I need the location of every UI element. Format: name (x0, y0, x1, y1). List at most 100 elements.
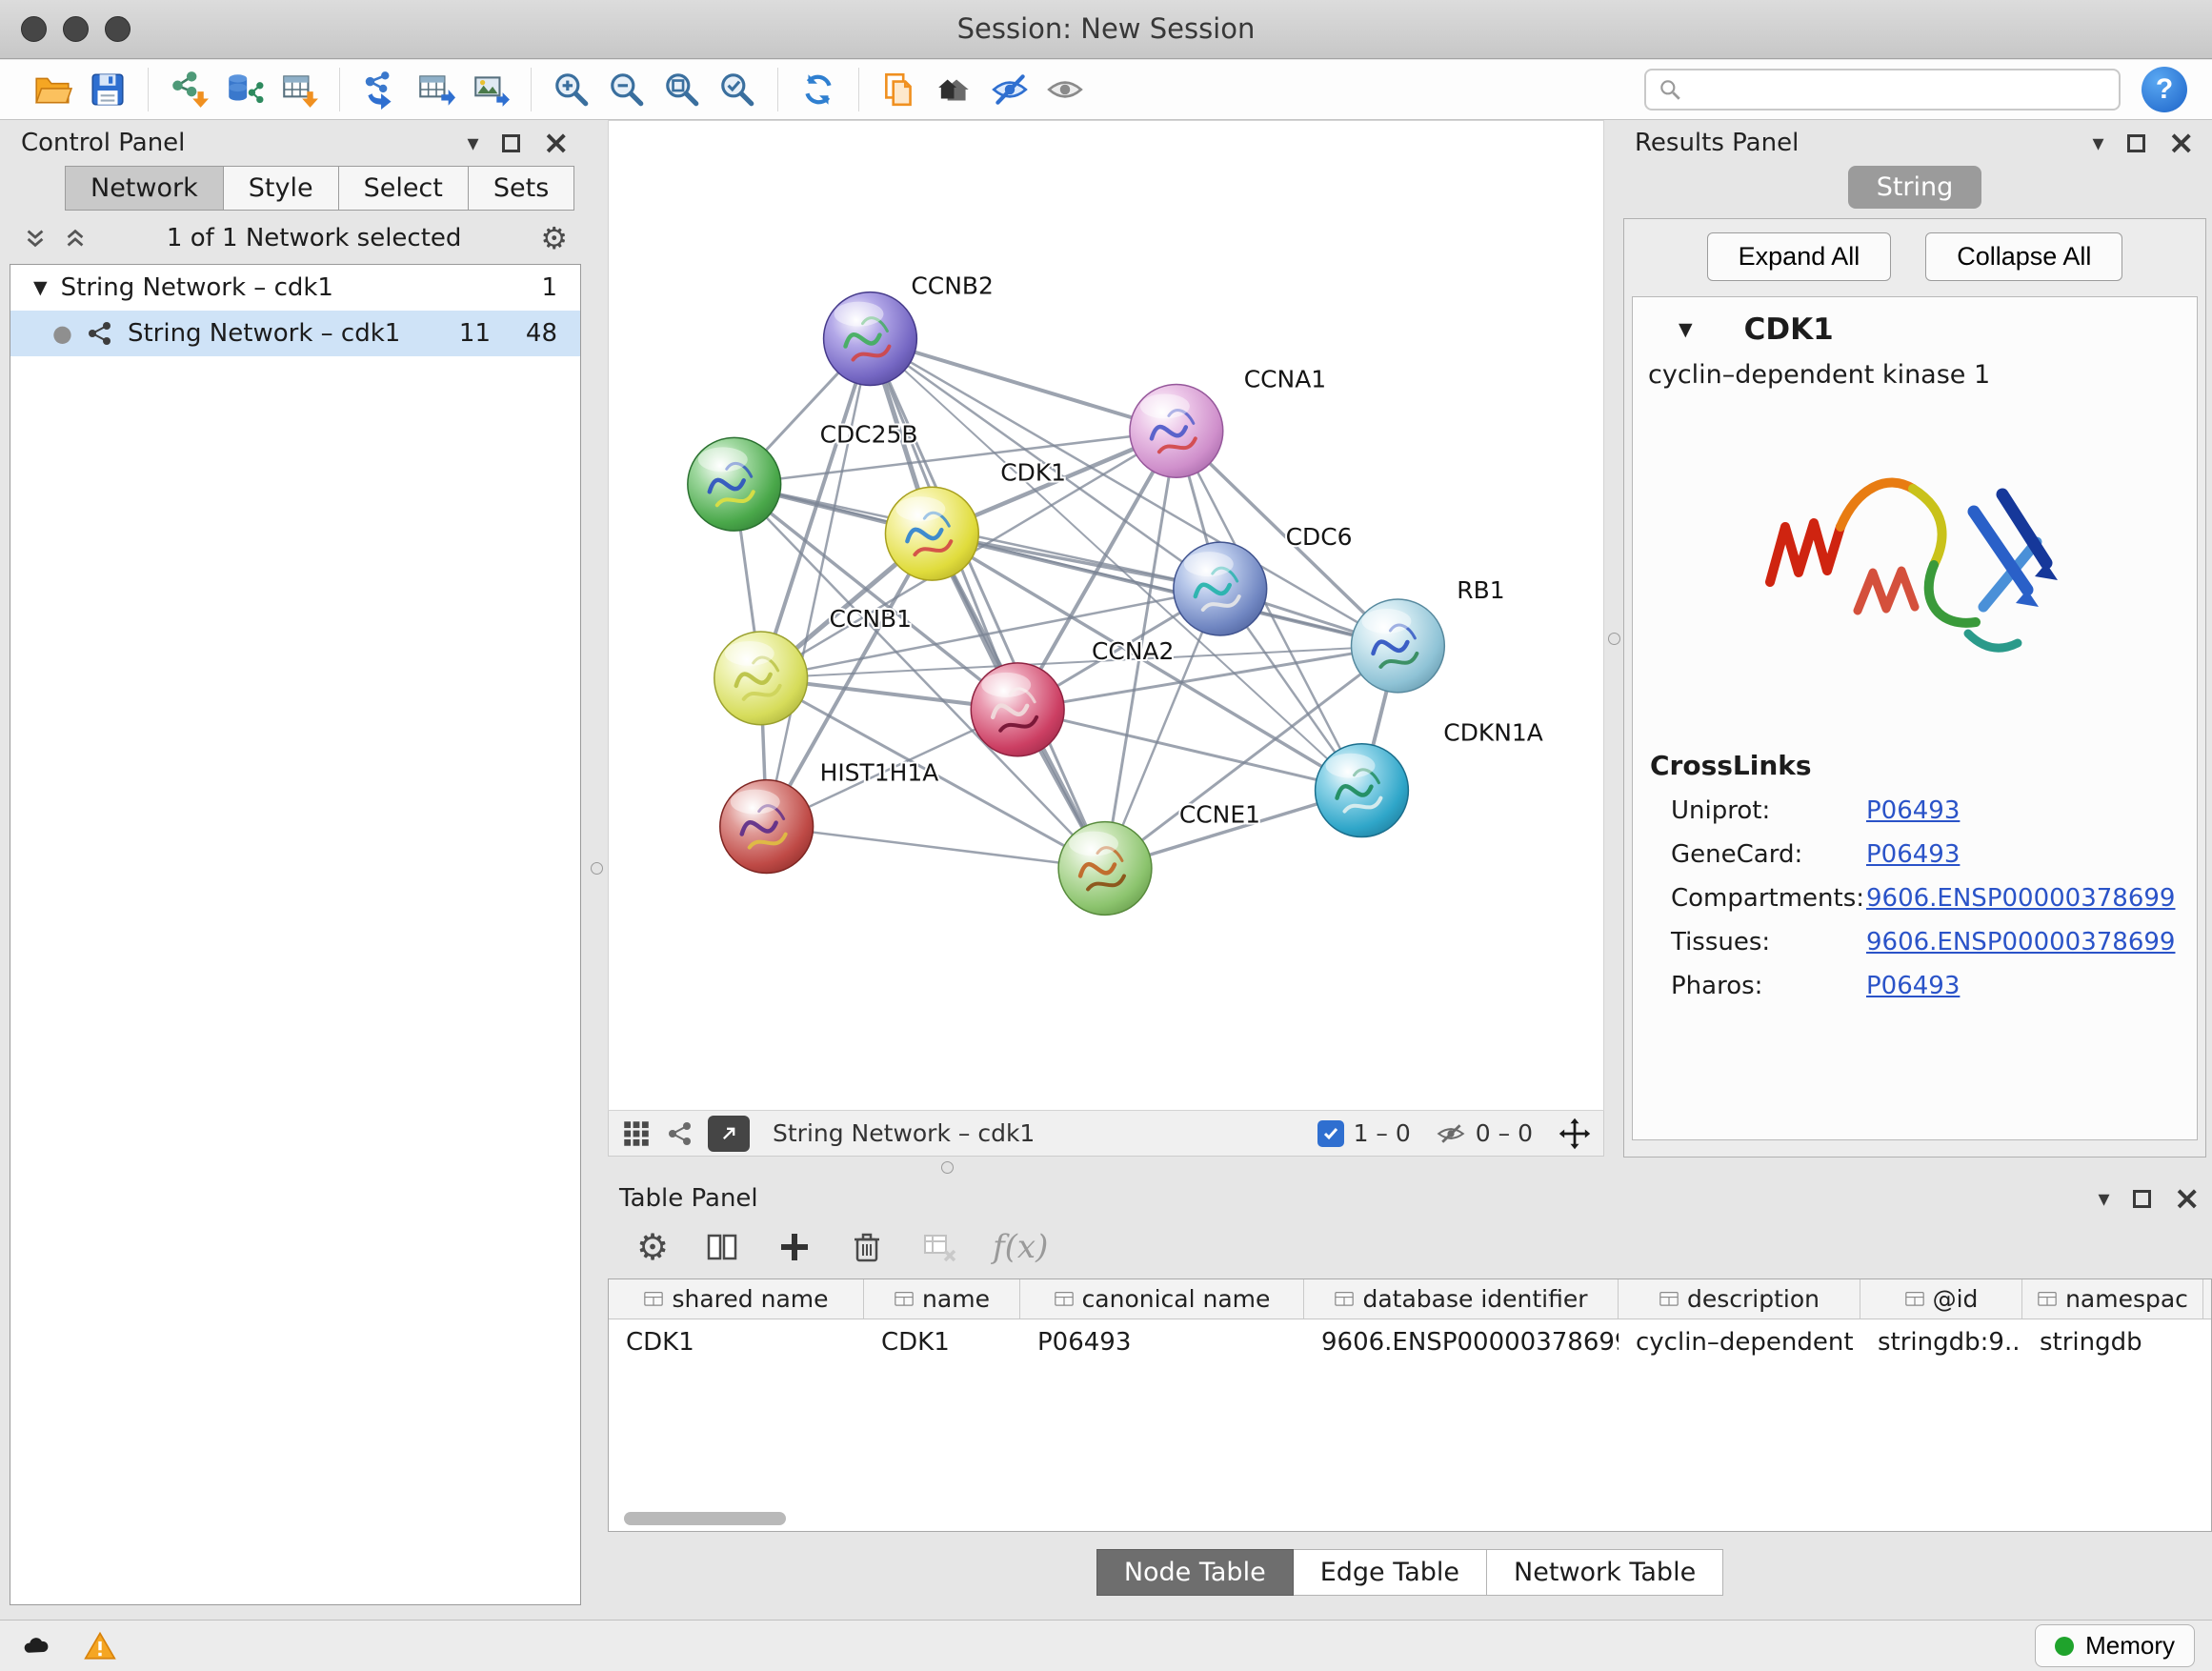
detach-view-button[interactable] (708, 1116, 750, 1152)
collapse-all-icon[interactable] (23, 226, 48, 251)
tab-edge-table[interactable]: Edge Table (1294, 1549, 1487, 1596)
panel-menu-icon[interactable]: ▾ (467, 131, 478, 154)
crosslink-genecard-link[interactable]: P06493 (1866, 840, 1960, 869)
edge-CCNB2-HIST1H1A[interactable] (767, 339, 871, 827)
collapse-all-button[interactable]: Collapse All (1925, 232, 2122, 281)
node-HIST1H1A[interactable]: HIST1H1A (720, 759, 939, 874)
cell-description[interactable]: cyclin–dependent ... (1619, 1319, 1860, 1363)
panel-float-icon[interactable] (502, 134, 520, 152)
cell-namespac[interactable]: stringdb (2022, 1319, 2203, 1363)
import-network-database-button[interactable] (216, 64, 271, 115)
zoom-fit-button[interactable] (654, 64, 710, 115)
crosslink-pharos-link[interactable]: P06493 (1866, 972, 1960, 1000)
delete-column-trash-icon[interactable] (848, 1228, 886, 1266)
node-CCNA1[interactable]: CCNA1 (1130, 365, 1326, 477)
show-columns-icon[interactable] (703, 1228, 741, 1266)
column-header-description[interactable]: description (1619, 1279, 1860, 1319)
splitter-handle[interactable] (1608, 633, 1620, 645)
cell-shared-name[interactable]: CDK1 (609, 1319, 864, 1363)
help-button[interactable]: ? (2142, 67, 2187, 112)
pan-move-icon[interactable] (1558, 1117, 1592, 1151)
node-CDC6[interactable]: CDC6 (1174, 523, 1353, 635)
network-view-canvas[interactable]: CCNB2CCNA1CDC25BCDK1CDC6RB1CCNB1CCNA2CDK… (608, 120, 1604, 1111)
save-session-button[interactable] (80, 64, 135, 115)
edge-CCNA2-CDKN1A[interactable] (1017, 710, 1361, 791)
node-RB1[interactable]: RB1 (1352, 576, 1505, 693)
table-row[interactable]: CDK1CDK1P064939606.ENSP00000378699cyclin… (609, 1319, 2211, 1363)
search-input[interactable] (1690, 75, 2107, 104)
cell-@id[interactable]: stringdb:9... (1860, 1319, 2022, 1363)
node-CCNE1[interactable]: CCNE1 (1058, 801, 1260, 916)
export-image-button[interactable] (463, 64, 518, 115)
show-panel-button[interactable] (1037, 64, 1093, 115)
zoom-in-button[interactable] (544, 64, 599, 115)
clone-network-button[interactable] (352, 64, 408, 115)
tab-select[interactable]: Select (339, 167, 469, 210)
zoom-selected-button[interactable] (710, 64, 765, 115)
minimize-window-button[interactable] (63, 16, 89, 42)
splitter-handle[interactable] (591, 862, 603, 875)
tab-network-table[interactable]: Network Table (1487, 1549, 1723, 1596)
panel-close-icon[interactable]: × (543, 132, 571, 153)
collapse-section-icon[interactable]: ▼ (1679, 319, 1693, 340)
panel-float-icon[interactable] (2127, 134, 2145, 152)
warnings-button[interactable] (82, 1630, 118, 1662)
cell-database-identifier[interactable]: 9606.ENSP00000378699 (1304, 1319, 1619, 1363)
collection-label: String Network – cdk1 (61, 273, 333, 302)
hide-panel-button[interactable] (982, 64, 1037, 115)
zoom-window-button[interactable] (105, 16, 131, 42)
close-window-button[interactable] (21, 16, 47, 42)
home-view-button[interactable] (927, 64, 982, 115)
network-collection-row[interactable]: ▼ String Network – cdk1 1 (10, 265, 580, 311)
panel-menu-icon[interactable]: ▾ (2098, 1187, 2109, 1210)
column-header-database-identifier[interactable]: database identifier (1304, 1279, 1619, 1319)
splitter-handle[interactable] (941, 1161, 954, 1174)
cloud-status-button[interactable] (17, 1630, 55, 1662)
panel-float-icon[interactable] (2133, 1190, 2151, 1208)
column-header-namespac[interactable]: namespac (2022, 1279, 2203, 1319)
crosslink-compartments-link[interactable]: 9606.ENSP00000378699 (1866, 884, 2175, 913)
expand-all-button[interactable]: Expand All (1707, 232, 1892, 281)
network-row-selected[interactable]: ● String Network – cdk1 11 48 (10, 311, 580, 356)
table-settings-gear-icon[interactable]: ⚙ (636, 1226, 669, 1268)
expand-all-icon[interactable] (63, 226, 88, 251)
edge-CCNB2-CCNA1[interactable] (870, 339, 1176, 432)
edge-CCNB2-CCNE1[interactable] (870, 339, 1105, 869)
edge-HIST1H1A-CCNE1[interactable] (767, 827, 1105, 869)
horizontal-scrollbar[interactable] (624, 1512, 786, 1525)
zoom-out-button[interactable] (599, 64, 654, 115)
refresh-button[interactable] (791, 64, 846, 115)
cloud-icon (17, 1630, 55, 1662)
import-table-file-button[interactable] (271, 64, 327, 115)
column-header-shared-name[interactable]: shared name (609, 1279, 864, 1319)
panel-close-icon[interactable]: × (2174, 1188, 2202, 1209)
cell-canonical-name[interactable]: P06493 (1020, 1319, 1304, 1363)
cell-name[interactable]: CDK1 (864, 1319, 1020, 1363)
tab-network[interactable]: Network (66, 167, 224, 210)
network-share-icon[interactable] (666, 1119, 694, 1148)
tab-string[interactable]: String (1848, 166, 1982, 209)
panel-menu-icon[interactable]: ▾ (2092, 131, 2103, 154)
tab-node-table[interactable]: Node Table (1096, 1549, 1294, 1596)
node-CDKN1A[interactable]: CDKN1A (1316, 719, 1543, 837)
grid-view-icon[interactable] (620, 1117, 653, 1150)
network-options-gear-icon[interactable]: ⚙ (540, 220, 568, 256)
panel-close-icon[interactable]: × (2168, 132, 2196, 153)
column-header-canonical-name[interactable]: canonical name (1020, 1279, 1304, 1319)
open-session-button[interactable] (25, 64, 80, 115)
column-header-@id[interactable]: @id (1860, 1279, 2022, 1319)
column-header-name[interactable]: name (864, 1279, 1020, 1319)
import-network-file-button[interactable] (161, 64, 216, 115)
crosslink-tissues-link[interactable]: 9606.ENSP00000378699 (1866, 928, 2175, 956)
tree-expand-icon[interactable]: ▼ (33, 277, 48, 298)
memory-button[interactable]: Memory (2035, 1624, 2195, 1667)
network-graph[interactable]: CCNB2CCNA1CDC25BCDK1CDC6RB1CCNB1CCNA2CDK… (609, 121, 1603, 1110)
tab-style[interactable]: Style (224, 167, 339, 210)
tab-sets[interactable]: Sets (469, 167, 573, 210)
function-builder-icon[interactable]: f(x) (993, 1228, 1048, 1266)
copy-button[interactable] (872, 64, 927, 115)
node-label-CDKN1A: CDKN1A (1443, 719, 1543, 747)
crosslink-uniprot-link[interactable]: P06493 (1866, 796, 1960, 825)
add-column-icon[interactable] (775, 1228, 814, 1266)
new-table-button[interactable] (408, 64, 463, 115)
